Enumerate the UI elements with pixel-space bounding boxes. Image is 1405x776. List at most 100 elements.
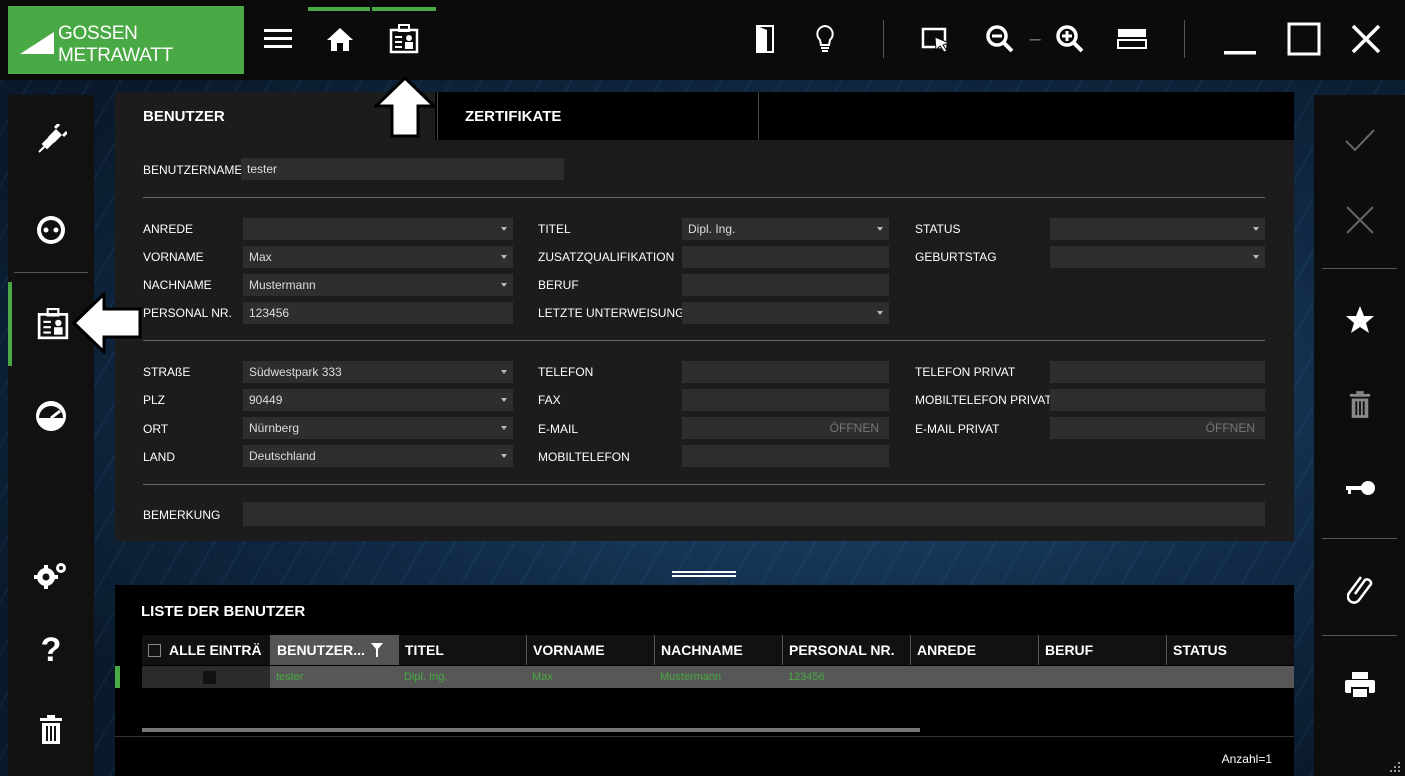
birthday-dropdown[interactable] [1050,246,1265,268]
record-count: Anzahl=1 [1221,752,1272,766]
status-label: STATUS [915,222,961,236]
column-header-personnel-no[interactable]: PERSONAL NR. [782,635,910,665]
left-sidebar: ? [8,95,94,776]
mobile-field[interactable] [682,445,889,467]
email-open-button[interactable]: ÖFFNEN [830,421,879,435]
gauge-icon[interactable] [8,391,94,441]
job-field[interactable] [682,274,889,296]
brand-logo: GOSSEN METRAWATT [8,6,244,74]
maximize-icon[interactable] [1282,18,1326,60]
chevron-down-icon [501,255,507,259]
column-header-status[interactable]: STATUS [1166,635,1294,665]
cell-first-name: Max [532,671,553,683]
door-icon[interactable] [750,18,780,60]
delete-icon[interactable] [1314,380,1405,430]
sidebar-separator [14,272,88,273]
tab-separator [437,92,438,140]
table-row[interactable]: tester Dipl. Ing. Max Mustermann 123456 [142,666,1294,688]
row-select-cell[interactable] [142,666,270,688]
salutation-dropdown[interactable] [243,218,513,240]
email-label: E-MAIL [538,422,579,436]
additional-qualification-field[interactable] [682,246,889,268]
first-name-label: VORNAME [143,250,204,264]
title-value: Dipl. Ing. [688,222,736,236]
first-name-dropdown[interactable]: Max [243,246,513,268]
zip-label: PLZ [143,393,166,407]
close-icon[interactable] [1344,18,1388,60]
filter-icon[interactable] [370,643,383,657]
panel-splitter-handle[interactable] [672,571,736,577]
lightbulb-icon[interactable] [810,18,840,60]
resize-grip-icon[interactable] [1388,760,1402,774]
remark-field[interactable] [243,502,1265,526]
email-field[interactable]: ÖFFNEN [682,417,889,439]
row-checkbox[interactable] [202,670,216,684]
title-label: TITEL [538,222,571,236]
column-header-job[interactable]: BERUF [1038,635,1166,665]
print-icon[interactable] [1314,660,1405,710]
country-dropdown[interactable]: Deutschland [243,445,513,467]
last-instruction-dropdown[interactable] [682,302,889,324]
zoom-in-icon[interactable] [1052,18,1088,60]
select-cursor-icon[interactable] [918,18,954,60]
username-field[interactable]: tester [241,158,564,180]
sidebar-separator [1322,268,1397,269]
private-phone-field[interactable] [1050,361,1265,383]
private-phone-label: TELEFON PRIVAT [915,365,1016,379]
title-dropdown[interactable]: Dipl. Ing. [682,218,889,240]
tab-separator [758,92,759,140]
home-active-indicator [308,7,370,11]
column-header-last-name[interactable]: NACHNAME [654,635,782,665]
personnel-no-field[interactable]: 123456 [243,302,513,324]
private-email-field[interactable]: ÖFFNEN [1050,417,1265,439]
user-badge-icon[interactable] [384,18,424,60]
column-header-first-name[interactable]: VORNAME [526,635,654,665]
socket-icon[interactable] [8,205,94,255]
toolbar-separator [1184,20,1185,58]
cancel-icon[interactable] [1314,195,1405,245]
home-icon[interactable] [318,18,362,60]
up-arrow-icon [374,76,436,138]
street-dropdown[interactable]: Südwestpark 333 [243,361,513,383]
menu-icon[interactable] [258,18,298,60]
layout-icon[interactable] [1114,18,1150,60]
chevron-down-icon [1253,255,1259,259]
column-header-title[interactable]: TITEL [398,635,526,665]
private-mobile-field[interactable] [1050,389,1265,411]
street-value: Südwestpark 333 [249,365,342,379]
chevron-down-icon [501,370,507,374]
column-header-salutation[interactable]: ANREDE [910,635,1038,665]
key-icon[interactable] [1314,463,1405,513]
username-value: tester [247,162,278,176]
settings-icon[interactable] [8,550,94,600]
first-name-value: Max [249,250,272,264]
salutation-label: ANREDE [143,222,194,236]
trash-icon[interactable] [8,705,94,755]
column-header-username[interactable]: BENUTZER... [270,635,398,665]
horizontal-scrollbar[interactable] [142,728,920,732]
city-dropdown[interactable]: Nürnberg [243,417,513,439]
status-dropdown[interactable] [1050,218,1265,240]
last-name-dropdown[interactable]: Mustermann [243,274,513,296]
phone-field[interactable] [682,361,889,383]
column-header-select-all[interactable]: ALLE EINTRÄ [142,635,270,665]
birthday-label: GEBURTSTAG [915,250,997,264]
zip-dropdown[interactable]: 90449 [243,389,513,411]
zoom-out-icon[interactable] [982,18,1018,60]
plug-icon[interactable] [8,115,94,165]
check-icon[interactable] [1314,115,1405,165]
attachment-icon[interactable] [1314,563,1405,613]
chevron-down-icon [877,227,883,231]
username-header-label: BENUTZER... [277,642,365,658]
select-all-checkbox[interactable] [148,643,161,657]
minimize-icon[interactable] [1218,18,1262,60]
job-label: BERUF [538,278,579,292]
chevron-down-icon [501,227,507,231]
right-sidebar [1314,95,1405,776]
star-icon[interactable] [1314,295,1405,345]
tab-certificates[interactable]: ZERTIFIKATE [439,92,757,140]
help-icon[interactable]: ? [8,625,94,675]
private-email-open-button[interactable]: ÖFFNEN [1206,421,1255,435]
chevron-down-icon [501,454,507,458]
fax-field[interactable] [682,389,889,411]
